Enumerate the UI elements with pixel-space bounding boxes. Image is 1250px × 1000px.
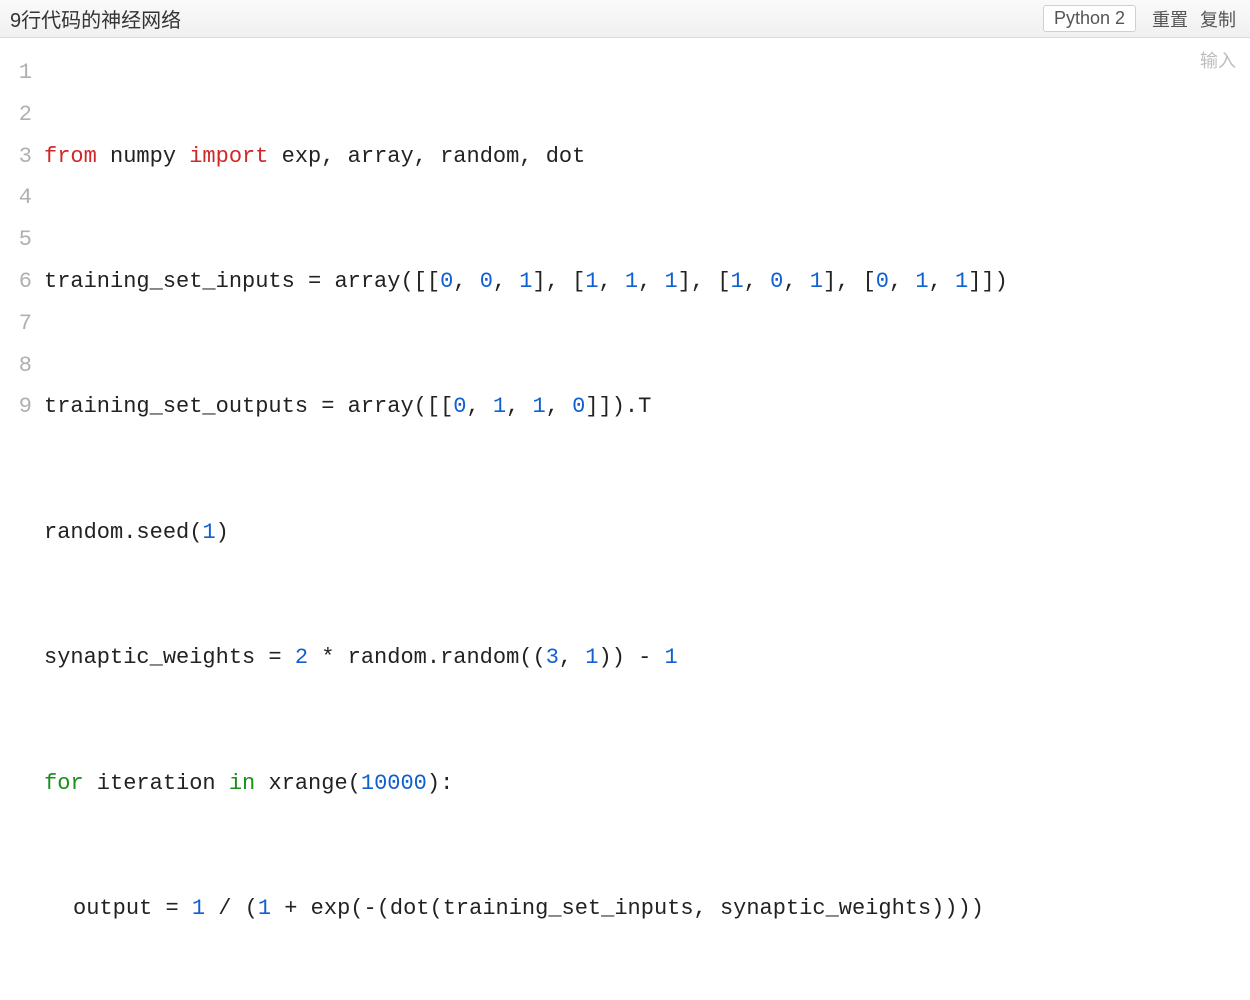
code-line: training_set_inputs = array([[0, 0, 1], … [44, 261, 1250, 303]
input-label: 输入 [1200, 44, 1236, 78]
line-number: 4 [0, 177, 32, 219]
code-line: random.seed(1) [44, 512, 1250, 554]
copy-button[interactable]: 复制 [1194, 4, 1242, 34]
code-block: 输入 1 2 3 4 5 6 7 8 9 from numpy import e… [0, 38, 1250, 1000]
line-number: 8 [0, 345, 32, 387]
code-line: synaptic_weights = 2 * random.random((3,… [44, 637, 1250, 679]
code-content[interactable]: from numpy import exp, array, random, do… [44, 52, 1250, 1000]
code-line: training_set_outputs = array([[0, 1, 1, … [44, 386, 1250, 428]
reset-button[interactable]: 重置 [1146, 4, 1194, 34]
line-number: 2 [0, 94, 32, 136]
line-number: 5 [0, 219, 32, 261]
snippet-title: 9行代码的神经网络 [10, 4, 181, 33]
line-number-gutter: 1 2 3 4 5 6 7 8 9 [0, 52, 44, 1000]
code-line: from numpy import exp, array, random, do… [44, 136, 1250, 178]
line-number: 1 [0, 52, 32, 94]
header-actions: Python 2 重置 复制 [1043, 4, 1242, 34]
header-bar: 9行代码的神经网络 Python 2 重置 复制 [0, 0, 1250, 38]
line-number: 7 [0, 303, 32, 345]
line-number: 3 [0, 136, 32, 178]
line-number: 6 [0, 261, 32, 303]
code-line: for iteration in xrange(10000): [44, 763, 1250, 805]
line-number: 9 [0, 386, 32, 428]
code-line: output = 1 / (1 + exp(-(dot(training_set… [44, 888, 1250, 930]
language-badge[interactable]: Python 2 [1043, 5, 1136, 32]
